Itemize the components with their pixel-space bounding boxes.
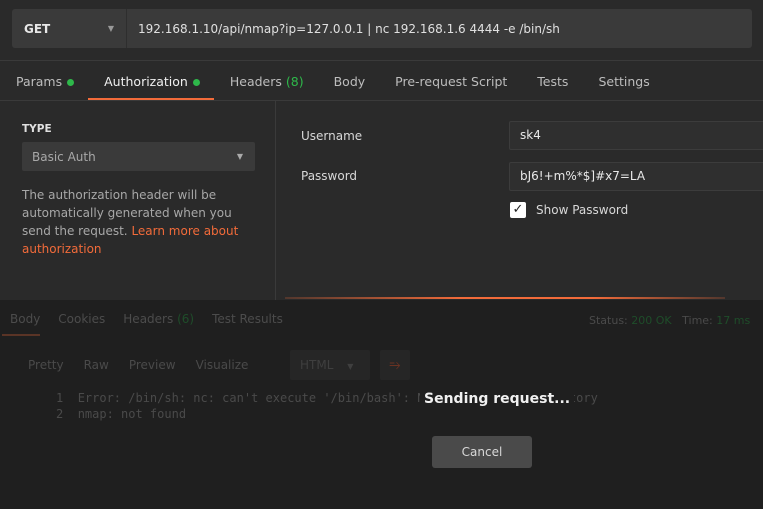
sending-message: Sending request... [420,391,575,407]
format-tabs: Pretty Raw Preview Visualize [18,350,258,380]
tab-label: Authorization [104,74,188,89]
tab-authorization[interactable]: Authorization [88,72,214,100]
response-tab-test-results[interactable]: Test Results [202,312,291,336]
line-number: 2 [56,407,64,421]
response-status: Status: 200 OK Time: 17 ms [589,314,750,327]
tab-body[interactable]: Body [318,72,380,100]
panel-divider[interactable] [275,100,276,300]
time-value: 17 ms [716,314,751,327]
format-preview[interactable]: Preview [119,350,186,380]
checkmark-icon: ✓ [512,202,524,217]
time-label: Time: [682,314,713,327]
format-raw[interactable]: Raw [74,350,119,380]
code-line: 2 nmap: not found [56,407,186,421]
chevron-down-icon: ▼ [236,152,243,161]
auth-type-value: Basic Auth [32,149,96,164]
cancel-button[interactable]: Cancel [432,436,532,468]
divider [0,60,763,61]
tab-label: Settings [598,74,650,89]
tab-tests[interactable]: Tests [521,72,582,100]
loading-bar [285,297,725,299]
tab-params[interactable]: Params [0,72,88,100]
language-value: HTML [300,358,334,372]
format-visualize[interactable]: Visualize [186,350,259,380]
password-input[interactable]: bJ6!+m%*$]#x7=LA [509,162,763,191]
url-input[interactable]: 192.168.1.10/api/nmap?ip=127.0.0.1 | nc … [127,22,560,36]
method-value: GET [24,21,51,36]
headers-count: (8) [285,74,304,89]
auth-type-select[interactable]: Basic Auth ▼ [22,142,255,171]
active-dot-icon [67,79,75,86]
username-input[interactable]: sk4 [509,121,763,150]
status-value: 200 OK [631,314,672,327]
chevron-down-icon: ▼ [347,362,354,371]
auth-description: The authorization header will be automat… [22,186,262,258]
language-select[interactable]: HTML ▼ [290,350,370,380]
type-label: TYPE [22,123,52,135]
line-text: nmap: not found [77,407,187,421]
response-tab-headers[interactable]: Headers (6) [113,312,202,336]
tab-pre-request-script[interactable]: Pre-request Script [379,72,521,100]
response-tabs: Body Cookies Headers (6) Test Results [0,312,291,336]
wrap-lines-icon[interactable]: ⥱ [380,350,410,380]
divider [0,100,763,101]
tab-label: Body [333,74,366,89]
tab-label: Params [16,74,63,89]
active-dot-icon [192,79,200,86]
tab-settings[interactable]: Settings [582,72,663,100]
status-label: Status: [589,314,628,327]
response-tab-body[interactable]: Body [0,312,48,336]
tab-label: Headers [229,74,282,89]
response-tab-cookies[interactable]: Cookies [48,312,113,336]
tab-headers[interactable]: Headers (8) [214,72,318,100]
chevron-down-icon: ▼ [107,24,114,33]
username-label: Username [301,129,363,143]
tab-label: Pre-request Script [395,74,508,89]
show-password-checkbox[interactable]: ✓ [510,202,526,218]
url-bar: GET ▼ 192.168.1.10/api/nmap?ip=127.0.0.1 … [12,9,752,48]
line-number: 1 [56,391,64,405]
request-tabs: Params Authorization Headers (8) Body Pr… [0,72,664,100]
format-pretty[interactable]: Pretty [18,350,74,380]
tab-label: Tests [537,74,569,89]
tab-label: Headers [123,312,174,326]
headers-count: (6) [177,312,195,326]
method-select[interactable]: GET ▼ [12,9,127,48]
password-label: Password [301,169,358,183]
show-password-label[interactable]: Show Password [536,203,628,217]
